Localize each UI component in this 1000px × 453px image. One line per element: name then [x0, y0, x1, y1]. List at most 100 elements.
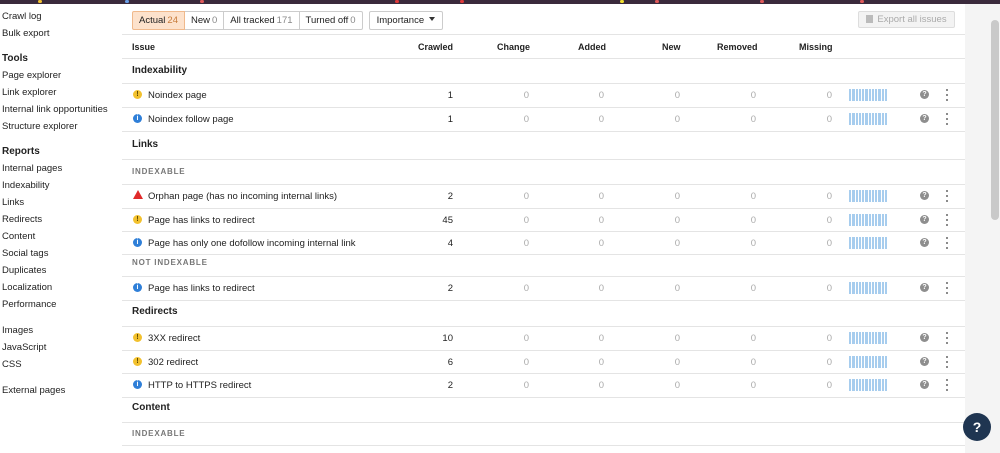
- issue-row[interactable]: i Noindex follow page 1 0 0 0 0 0?: [122, 108, 965, 131]
- column-header-removed[interactable]: Removed: [717, 41, 758, 53]
- sparkline-bar: [858, 379, 861, 391]
- subsection-content-indexable: INDEXABLE: [132, 429, 186, 438]
- more-options-icon[interactable]: [944, 355, 950, 369]
- help-question-icon[interactable]: ?: [920, 215, 929, 224]
- filter-count: 0: [212, 15, 218, 26]
- help-question-icon[interactable]: ?: [920, 90, 929, 99]
- sidebar-item-internal-pages[interactable]: Internal pages: [0, 160, 122, 177]
- issue-name[interactable]: Page has links to redirect: [148, 214, 255, 227]
- sparkline-bar: [862, 89, 865, 101]
- trend-sparkline[interactable]: [849, 113, 887, 125]
- issue-name[interactable]: HTTP to HTTPS redirect: [148, 379, 251, 392]
- column-header-change[interactable]: Change: [497, 41, 530, 53]
- help-question-icon[interactable]: ?: [920, 238, 929, 247]
- issue-removed-value: 0: [750, 215, 756, 226]
- help-question-icon[interactable]: ?: [920, 380, 929, 389]
- more-options-icon[interactable]: [944, 112, 950, 126]
- more-options-icon[interactable]: [944, 281, 950, 295]
- filter-label: All tracked: [230, 15, 275, 26]
- sidebar-item-external-pages[interactable]: External pages: [0, 382, 122, 399]
- issue-crawled-value: 2: [447, 380, 453, 391]
- issue-row[interactable]: ! 302 redirect 6 0 0 0 0 0?: [122, 351, 965, 374]
- sidebar-item-javascript[interactable]: JavaScript: [0, 339, 122, 356]
- warning-icon: !: [133, 215, 142, 224]
- trend-sparkline[interactable]: [849, 282, 887, 294]
- column-header-issue[interactable]: Issue: [132, 41, 155, 53]
- sidebar-item-internal-link-opportunities[interactable]: Internal link opportunities: [0, 101, 122, 118]
- issue-row[interactable]: ! Page has links to redirect 45 0 0 0 0 0?: [122, 209, 965, 232]
- filter-all-tracked-button[interactable]: All tracked 171: [224, 11, 300, 30]
- issue-new-value: 0: [674, 114, 680, 125]
- more-options-icon[interactable]: [944, 378, 950, 392]
- help-question-icon[interactable]: ?: [920, 114, 929, 123]
- sidebar-item-redirects[interactable]: Redirects: [0, 211, 122, 228]
- issue-row[interactable]: i Page has only one dofollow incoming int…: [122, 232, 965, 255]
- sidebar-item-indexability[interactable]: Indexability: [0, 177, 122, 194]
- column-header-crawled[interactable]: Crawled: [418, 41, 453, 53]
- trend-sparkline[interactable]: [849, 379, 887, 391]
- issue-row[interactable]: i Page has links to redirect 2 0 0 0 0 0?: [122, 277, 965, 300]
- export-all-issues-button[interactable]: Export all issues: [858, 11, 955, 28]
- sparkline-bar: [868, 237, 871, 249]
- trend-sparkline[interactable]: [849, 332, 887, 344]
- help-question-icon[interactable]: ?: [920, 283, 929, 292]
- sidebar-item-localization[interactable]: Localization: [0, 279, 122, 296]
- section-title-content: Content: [132, 402, 170, 413]
- sidebar-item-bulk-export[interactable]: Bulk export: [0, 25, 122, 42]
- filter-actual-button[interactable]: Actual 24: [132, 11, 185, 30]
- sidebar-item-css[interactable]: CSS: [0, 356, 122, 373]
- help-question-icon[interactable]: ?: [920, 357, 929, 366]
- issue-name[interactable]: Page has links to redirect: [148, 282, 255, 295]
- column-header-new[interactable]: New: [662, 41, 681, 53]
- sidebar-item-content[interactable]: Content: [0, 228, 122, 245]
- sidebar-item-performance[interactable]: Performance: [0, 296, 122, 313]
- sidebar-item-structure-explorer[interactable]: Structure explorer: [0, 118, 122, 135]
- more-options-icon[interactable]: [944, 189, 950, 203]
- more-options-icon[interactable]: [944, 331, 950, 345]
- column-header-added[interactable]: Added: [578, 41, 606, 53]
- trend-sparkline[interactable]: [849, 237, 887, 249]
- sidebar-item-page-explorer[interactable]: Page explorer: [0, 67, 122, 84]
- issue-change-value: 0: [523, 238, 529, 249]
- sidebar-item-link-explorer[interactable]: Link explorer: [0, 84, 122, 101]
- issue-name[interactable]: Orphan page (has no incoming internal li…: [148, 190, 337, 203]
- trend-sparkline[interactable]: [849, 356, 887, 368]
- trend-sparkline[interactable]: [849, 190, 887, 202]
- sparkline-bar: [858, 356, 861, 368]
- issue-new-value: 0: [674, 283, 680, 294]
- issue-row[interactable]: ! Noindex page 1 0 0 0 0 0?: [122, 84, 965, 107]
- more-options-icon[interactable]: [944, 213, 950, 227]
- issue-name[interactable]: Page has only one dofollow incoming inte…: [148, 237, 356, 250]
- more-options-icon[interactable]: [944, 236, 950, 250]
- sidebar-item-crawl-log[interactable]: Crawl log: [0, 8, 122, 25]
- filter-turned-off-button[interactable]: Turned off 0: [299, 11, 363, 30]
- issue-row[interactable]: ! 3XX redirect 10 0 0 0 0 0?: [122, 327, 965, 350]
- sparkline-bar: [875, 332, 878, 344]
- sidebar-item-social-tags[interactable]: Social tags: [0, 245, 122, 262]
- more-options-icon[interactable]: [944, 88, 950, 102]
- issue-name[interactable]: 3XX redirect: [148, 332, 200, 345]
- issue-row[interactable]: Orphan page (has no incoming internal li…: [122, 185, 965, 208]
- importance-dropdown[interactable]: Importance: [368, 11, 444, 30]
- help-question-icon[interactable]: ?: [920, 191, 929, 200]
- scrollbar-thumb[interactable]: [991, 20, 999, 220]
- sparkline-bar: [884, 237, 887, 249]
- sidebar-item-links[interactable]: Links: [0, 194, 122, 211]
- issue-added-value: 0: [598, 114, 604, 125]
- sparkline-bar: [852, 214, 855, 226]
- sidebar-item-images[interactable]: Images: [0, 322, 122, 339]
- trend-sparkline[interactable]: [849, 214, 887, 226]
- issue-name[interactable]: 302 redirect: [148, 356, 198, 369]
- sparkline-bar: [871, 379, 874, 391]
- filter-new-button[interactable]: New 0: [184, 11, 225, 30]
- help-question-icon[interactable]: ?: [920, 333, 929, 342]
- issue-name[interactable]: Noindex page: [148, 89, 207, 102]
- issue-change-value: 0: [523, 380, 529, 391]
- column-header-missing[interactable]: Missing: [799, 41, 833, 53]
- trend-sparkline[interactable]: [849, 89, 887, 101]
- issue-row[interactable]: i HTTP to HTTPS redirect 2 0 0 0 0 0?: [122, 374, 965, 397]
- sidebar-item-duplicates[interactable]: Duplicates: [0, 262, 122, 279]
- issue-name[interactable]: Noindex follow page: [148, 113, 234, 126]
- sparkline-bar: [878, 214, 881, 226]
- help-chat-button[interactable]: ?: [963, 413, 991, 441]
